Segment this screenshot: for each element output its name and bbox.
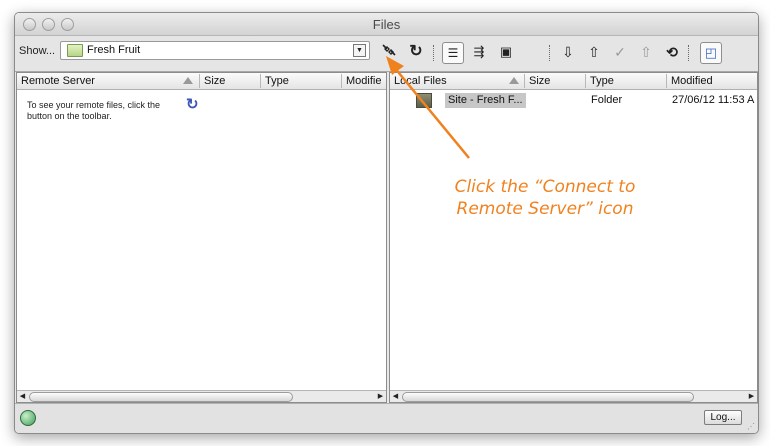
- table-row[interactable]: Site - Fresh F... Folder 27/06/12 11:53 …: [390, 92, 757, 109]
- local-column-header: Local Files Size Type Modified: [390, 73, 757, 90]
- annotation-line-1: Click the “Connect to: [454, 177, 636, 197]
- synchronize-icon[interactable]: ⇶: [469, 42, 489, 62]
- site-folder-icon: [67, 44, 83, 57]
- get-icon[interactable]: ⇩: [558, 42, 578, 62]
- site-select[interactable]: Fresh Fruit ▼: [60, 41, 370, 60]
- column-type[interactable]: Type: [590, 75, 614, 87]
- folder-icon: [416, 93, 432, 108]
- files-window: Files Show... Fresh Fruit ▼ ↻ ☰ ⇶ ▣ ⇩ ⇧ …: [14, 12, 759, 434]
- refresh-icon: ↻: [186, 96, 199, 113]
- show-label: Show...: [19, 45, 56, 57]
- column-remote-server[interactable]: Remote Server: [21, 75, 95, 87]
- toolbar-separator: [549, 45, 551, 61]
- scroll-left-icon[interactable]: ◀: [390, 391, 401, 402]
- file-type: Folder: [591, 94, 623, 106]
- connect-icon[interactable]: [379, 42, 399, 62]
- local-files-pane: Local Files Size Type Modified Site - Fr…: [389, 72, 758, 403]
- check-out-icon[interactable]: ✓: [610, 42, 630, 62]
- remote-server-pane: Remote Server Size Type Modifie To see y…: [16, 72, 387, 403]
- horizontal-scrollbar[interactable]: ◀ ▶: [17, 390, 386, 402]
- column-modified[interactable]: Modifie: [346, 75, 384, 87]
- put-icon[interactable]: ⇧: [584, 42, 604, 62]
- column-local-files[interactable]: Local Files: [394, 75, 447, 87]
- log-button[interactable]: Log...: [704, 410, 742, 425]
- toolbar-separator: [433, 45, 435, 61]
- column-type[interactable]: Type: [265, 75, 289, 87]
- window-title: Files: [372, 17, 401, 32]
- scroll-left-icon[interactable]: ◀: [17, 391, 28, 402]
- scroll-right-icon[interactable]: ▶: [746, 391, 757, 402]
- toolbar-separator: [688, 45, 690, 61]
- scroll-right-icon[interactable]: ▶: [375, 391, 386, 402]
- remote-empty-message: To see your remote files, click the butt…: [27, 100, 161, 121]
- resize-grip-icon[interactable]: ⋰: [747, 422, 756, 431]
- chevron-down-icon[interactable]: ▼: [353, 44, 366, 57]
- expand-icon[interactable]: ◰: [700, 42, 722, 64]
- annotation-callout: Click the “Connect to Remote Server” ico…: [435, 176, 655, 220]
- site-select-value: Fresh Fruit: [87, 44, 141, 56]
- scroll-thumb[interactable]: [29, 392, 293, 402]
- refresh-icon[interactable]: ↻: [406, 42, 426, 62]
- sort-ascending-icon: [509, 77, 519, 84]
- list-view-icon[interactable]: ☰: [442, 42, 464, 64]
- column-modified[interactable]: Modified: [671, 75, 713, 87]
- cloaking-icon[interactable]: ▣: [496, 42, 516, 62]
- remote-column-header: Remote Server Size Type Modifie: [17, 73, 386, 90]
- file-modified: 27/06/12 11:53 A: [672, 94, 755, 106]
- horizontal-scrollbar[interactable]: ◀ ▶: [390, 390, 757, 402]
- annotation-line-2: Remote Server” icon: [456, 199, 634, 219]
- globe-icon: [20, 410, 36, 426]
- title-bar: Files: [15, 13, 758, 36]
- file-name: Site - Fresh F...: [445, 93, 526, 108]
- column-size[interactable]: Size: [529, 75, 550, 87]
- sync-icon[interactable]: ⟲: [662, 42, 682, 62]
- status-bar: Log... ⋰: [15, 403, 758, 433]
- sort-ascending-icon: [183, 77, 193, 84]
- check-in-icon[interactable]: ⇧: [636, 42, 656, 62]
- column-size[interactable]: Size: [204, 75, 225, 87]
- toolbar: Show... Fresh Fruit ▼ ↻ ☰ ⇶ ▣ ⇩ ⇧ ✓ ⇧ ⟲ …: [15, 36, 758, 72]
- scroll-thumb[interactable]: [402, 392, 694, 402]
